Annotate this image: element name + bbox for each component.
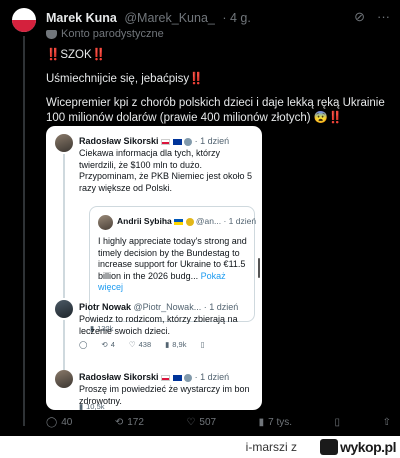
tweet2-likes: 438	[138, 340, 152, 349]
poland-flag-icon	[161, 138, 171, 145]
thread-connector	[23, 36, 25, 426]
poland-flag-icon	[161, 374, 171, 381]
quote-name: Andrii Sybiha	[117, 216, 172, 226]
embedded-thread-image[interactable]: Radosław Sikorski · 1 dzień Ciekawa info…	[46, 126, 262, 410]
tweet3-text: Proszę im powiedzieć że wystarczy im bon…	[79, 384, 250, 406]
tweet3-time: · 1 dzień	[194, 372, 230, 382]
verified-gold-icon	[185, 217, 194, 226]
verified-icon	[184, 137, 193, 146]
wykop-logo: wykop.pl	[320, 438, 396, 456]
eu-flag-icon	[172, 374, 182, 381]
reply-button[interactable]: ◯ 40	[46, 417, 72, 428]
tweet2-header: Piotr Nowak @Piotr_Nowak... · 1 dzień	[79, 302, 238, 312]
post-line-1: ‼️SZOK‼️	[46, 49, 106, 61]
tweet2-actions: ◯ ⟲ 4 ♡ 438 ▮ 8,9k ▯	[79, 340, 205, 349]
views-icon: ▮	[79, 402, 84, 410]
tweet1-name: Radosław Sikorski	[79, 136, 159, 146]
parody-label-text: Konto parodystyczne	[61, 28, 164, 40]
author-avatar[interactable]	[12, 8, 36, 32]
scrollbar[interactable]	[258, 258, 260, 278]
grok-icon[interactable]: ⊘	[354, 10, 365, 24]
watermark-text: i-marszi z	[245, 440, 297, 454]
thread-line	[63, 154, 65, 298]
sikorski-avatar	[55, 134, 73, 152]
reply-count: 40	[61, 417, 73, 428]
post-line-2: Uśmiechnijcie się, jebaćpisy‼️	[46, 73, 204, 85]
wykop-logo-icon	[320, 439, 339, 455]
views-button[interactable]: ▮ 7 tys.	[259, 417, 292, 428]
share-button[interactable]: ⇧	[383, 417, 391, 428]
tweet1-time: · 1 dzień	[194, 136, 230, 146]
heart-icon: ♡	[186, 417, 196, 428]
more-icon[interactable]: ···	[377, 10, 390, 24]
retweet-icon: ⟲	[114, 417, 124, 428]
header-icons: ⊘ ···	[354, 10, 390, 24]
ukraine-flag-icon	[174, 218, 184, 225]
share-icon: ⇧	[382, 417, 391, 428]
like-button[interactable]: ♡ 507	[186, 417, 216, 428]
retweet-button[interactable]: ⟲ 172	[115, 417, 144, 428]
wykop-brand: wykop.pl	[340, 439, 396, 455]
nowak-avatar	[55, 300, 73, 318]
tweet2-reply: ◯	[79, 340, 88, 349]
author-handle[interactable]: @Marek_Kuna_	[124, 11, 215, 25]
tweet3-views: ▮ 10,5k	[79, 402, 105, 410]
tweet2-retweet: ⟲ 4	[101, 340, 114, 349]
tweet1-header: Radosław Sikorski · 1 dzień	[79, 136, 229, 146]
post-time[interactable]: · 4 g.	[222, 11, 251, 25]
post-actions: ◯ 40 ⟲ 172 ♡ 507 ▮ 7 tys. ▯ ⇧	[46, 417, 391, 428]
reply-icon: ◯	[46, 417, 58, 428]
retweet-icon: ⟲	[101, 340, 108, 349]
tweet2-views: ▮ 8,9k	[165, 340, 186, 349]
views-icon: ▮	[258, 417, 265, 428]
post-line-3: Wicepremier kpi z chorób polskich dzieci…	[46, 97, 385, 124]
verified-icon	[184, 373, 193, 382]
views-count: 7 tys.	[268, 417, 293, 428]
quote-text: I highly appreciate today's strong and t…	[98, 236, 250, 294]
heart-icon: ♡	[128, 340, 136, 349]
bookmark-button[interactable]: ▯	[335, 417, 341, 428]
tweet2-name: Piotr Nowak	[79, 302, 132, 312]
parody-label: Konto parodystyczne	[46, 28, 164, 40]
eu-flag-icon	[172, 138, 182, 145]
tweet3-views-count: 10,5k	[86, 402, 105, 410]
tweet2-text: Powiedz to rodzicom, którzy zbierają na …	[79, 314, 238, 336]
quote-handle: @an... · 1 dzień	[195, 216, 257, 226]
bookmark-icon: ▯	[334, 417, 341, 428]
watermark-bar: i-marszi z wykop.pl	[0, 436, 400, 458]
views-icon: ▮	[165, 340, 170, 349]
bookmark-icon: ▯	[200, 340, 205, 349]
author-line: Marek Kuna @Marek_Kuna_ · 4 g.	[46, 11, 251, 25]
sybiha-avatar	[98, 215, 113, 230]
tweet2-handle: @Piotr_Nowak... · 1 dzień	[133, 302, 239, 312]
like-count: 507	[199, 417, 217, 428]
mask-icon	[46, 29, 57, 39]
tweet2-like: ♡ 438	[129, 340, 151, 349]
tweet3-name: Radosław Sikorski	[79, 372, 159, 382]
sikorski-avatar-2	[55, 370, 73, 388]
tweet-screenshot: Marek Kuna @Marek_Kuna_ · 4 g. ⊘ ··· Kon…	[0, 0, 400, 436]
tweet3-header: Radosław Sikorski · 1 dzień	[79, 372, 229, 382]
tweet2-views-count: 8,9k	[172, 340, 187, 349]
tweet2-retweets: 4	[110, 340, 115, 349]
retweet-count: 172	[127, 417, 144, 428]
thread-line-2	[63, 320, 65, 370]
author-name[interactable]: Marek Kuna	[46, 11, 117, 25]
tweet1-text: Ciekawa informacja dla tych, którzy twie…	[79, 148, 253, 193]
quote-header: Andrii Sybiha @an... · 1 dzień	[117, 216, 256, 226]
